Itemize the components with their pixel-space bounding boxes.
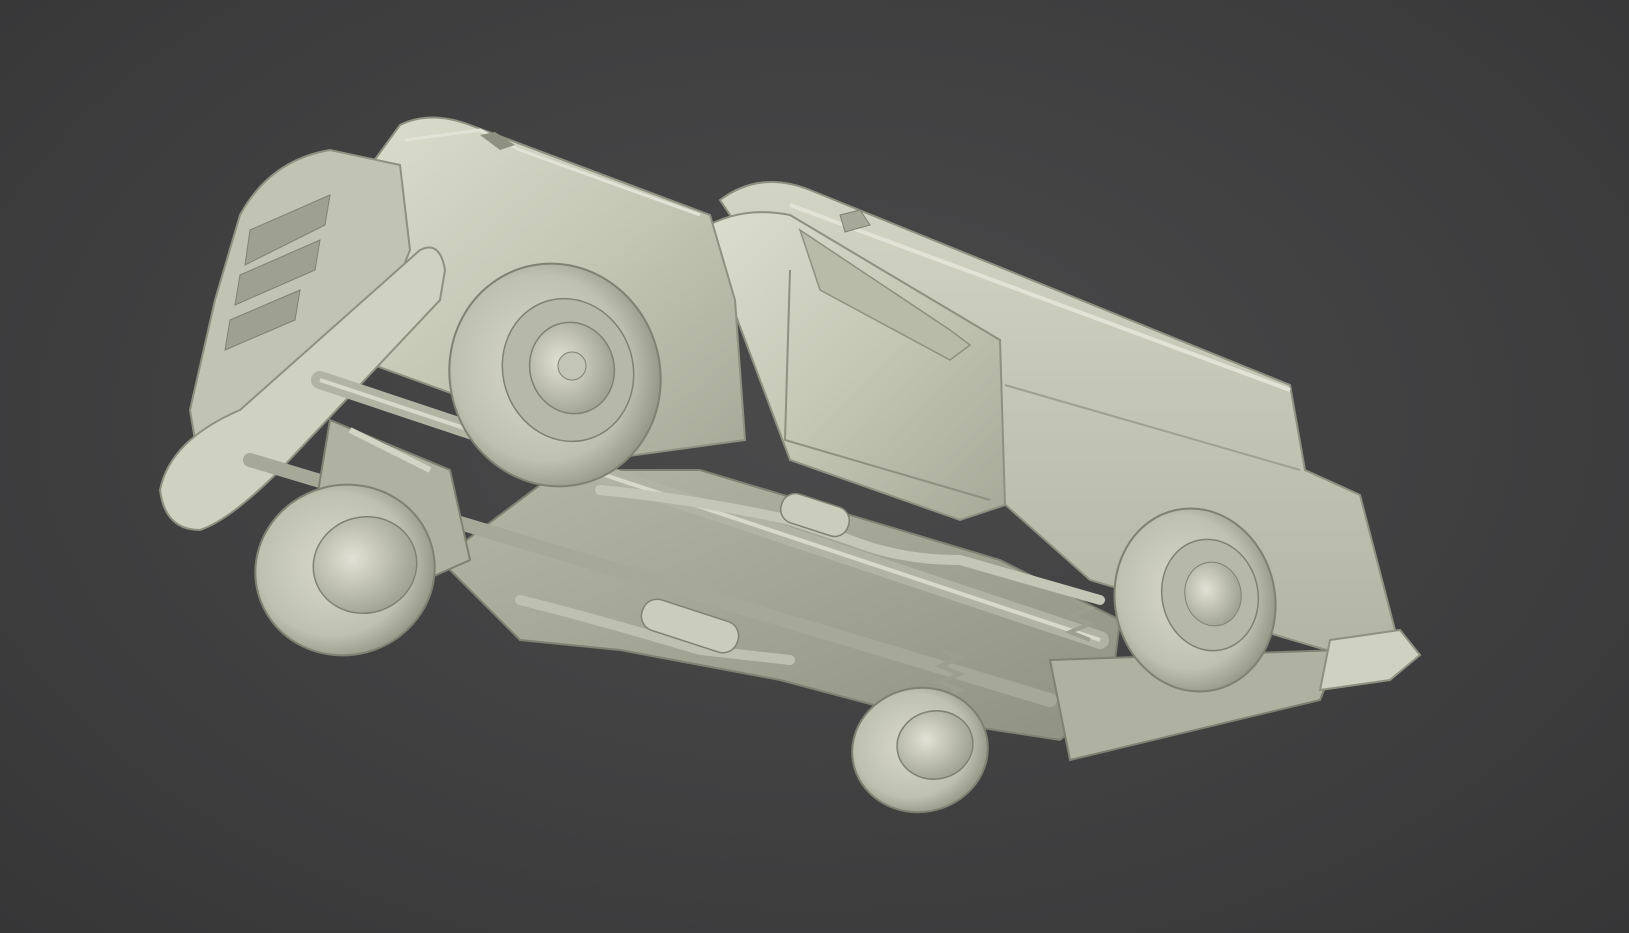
3d-viewport[interactable] xyxy=(0,0,1629,933)
truck-model-render[interactable] xyxy=(0,0,1629,933)
rear-bumper xyxy=(1318,628,1422,692)
